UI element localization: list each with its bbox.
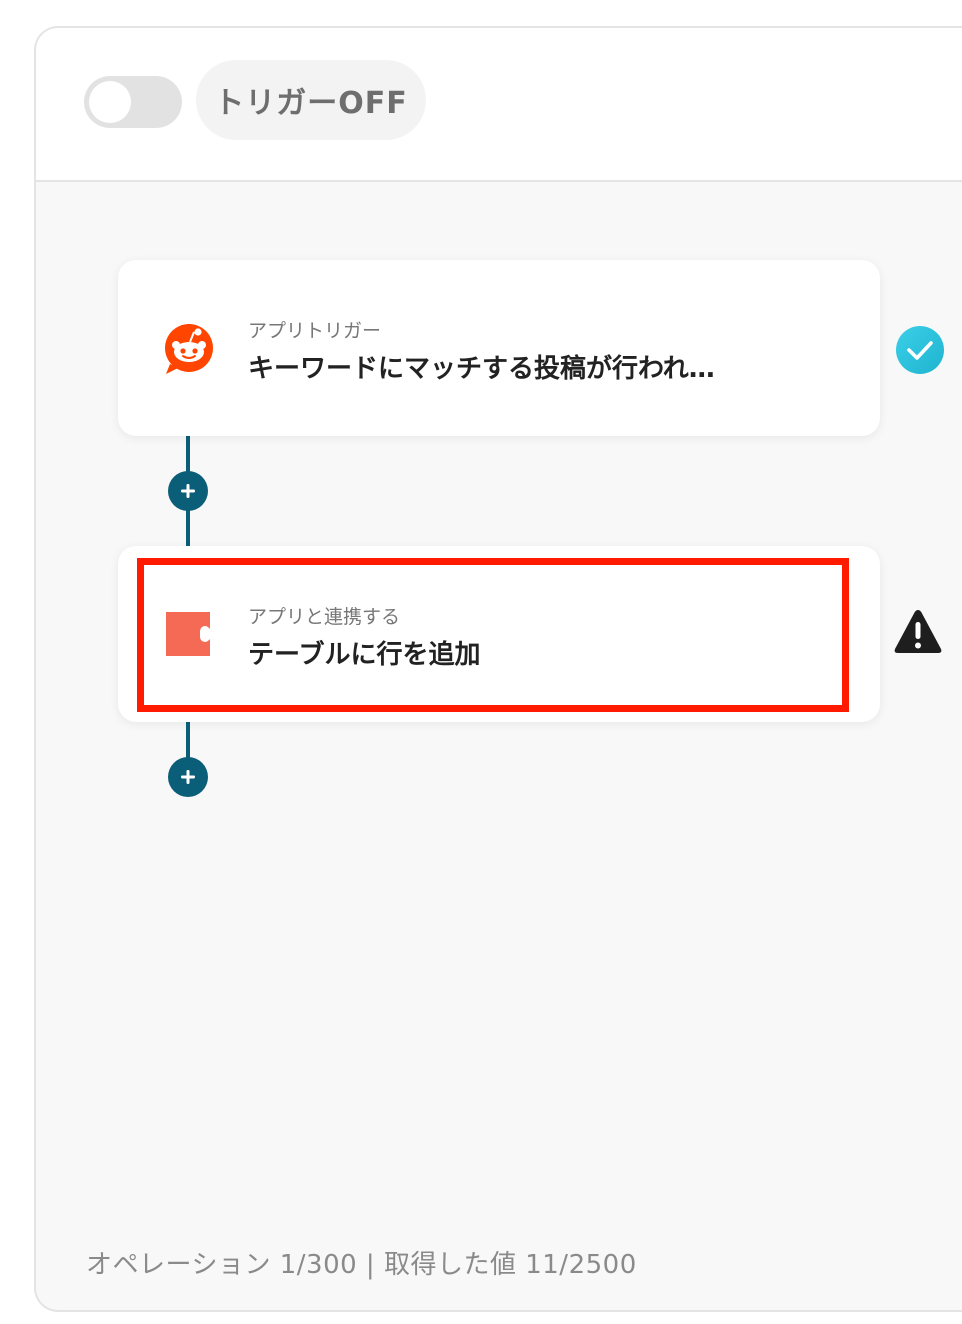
add-step-button[interactable] xyxy=(168,757,208,797)
step-type-label: アプリと連携する xyxy=(248,606,401,628)
coda-icon xyxy=(166,612,210,656)
check-circle-icon xyxy=(896,326,944,374)
toggle-knob xyxy=(89,81,131,123)
trigger-toggle[interactable] xyxy=(84,76,182,128)
step-type-label: アプリトリガー xyxy=(248,320,382,342)
step-title: キーワードにマッチする投稿が行われ… xyxy=(248,354,715,384)
plus-icon xyxy=(181,484,195,498)
flow-header: トリガーOFF xyxy=(36,28,962,182)
usage-counter: オペレーション 1/300 | 取得した値 11/2500 xyxy=(86,1250,637,1280)
step-card-action[interactable]: アプリと連携する テーブルに行を追加 xyxy=(118,546,880,722)
flow-connector xyxy=(186,722,190,760)
warning-icon xyxy=(894,610,942,653)
add-step-button[interactable] xyxy=(168,471,208,511)
reddit-icon xyxy=(165,324,213,374)
step-title: テーブルに行を追加 xyxy=(248,640,481,670)
plus-icon xyxy=(181,770,195,784)
flow-panel: トリガーOFF アプリトリガー キーワードにマッチする投稿が行われ… アプリと連… xyxy=(34,26,962,1312)
trigger-status-label: トリガーOFF xyxy=(196,60,426,140)
step-card-trigger[interactable]: アプリトリガー キーワードにマッチする投稿が行われ… xyxy=(118,260,880,436)
